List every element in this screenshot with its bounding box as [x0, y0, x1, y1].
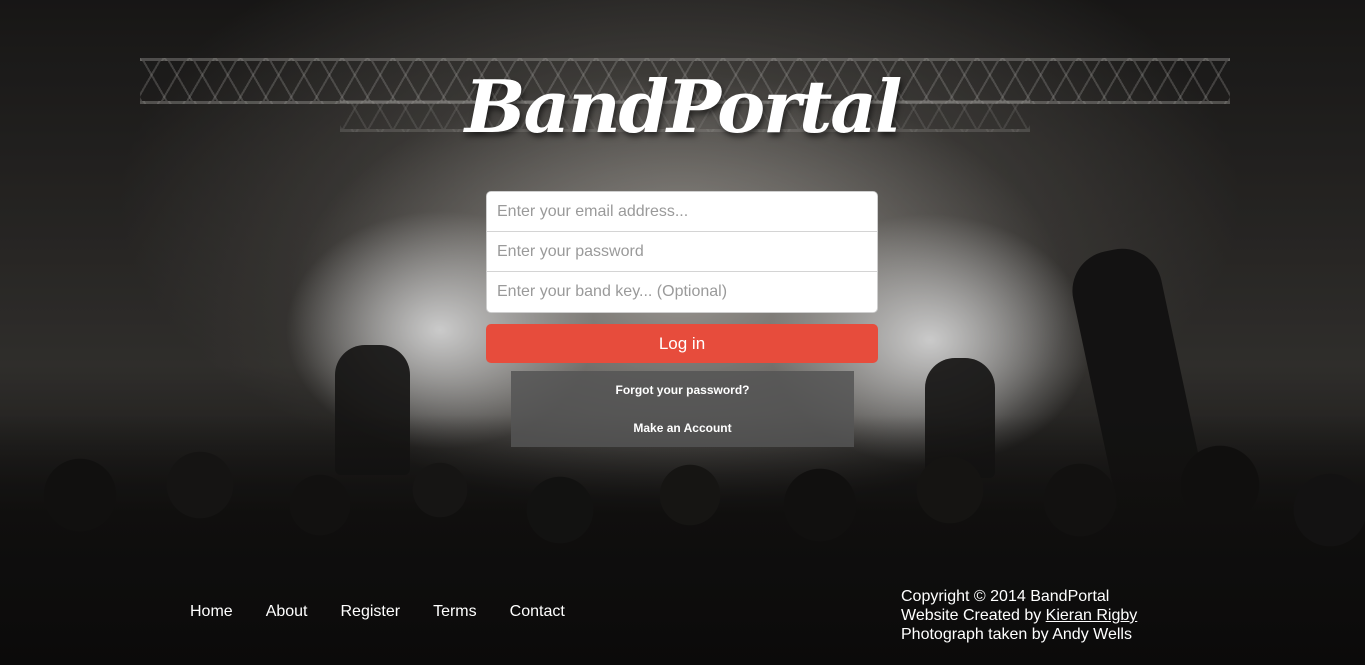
- band-key-input[interactable]: [487, 272, 877, 312]
- login-button[interactable]: Log in: [486, 324, 878, 363]
- login-page: BandPortal Log in Forgot your password? …: [0, 0, 1365, 665]
- login-fields: [486, 191, 878, 313]
- footer-link-register[interactable]: Register: [341, 602, 401, 622]
- created-by-line: Website Created by Kieran Rigby: [901, 606, 1137, 625]
- login-form: Log in: [486, 191, 878, 363]
- author-link[interactable]: Kieran Rigby: [1046, 607, 1138, 624]
- footer-link-home[interactable]: Home: [190, 602, 233, 622]
- forgot-password-link[interactable]: Forgot your password?: [511, 371, 854, 409]
- created-by-prefix: Website Created by: [901, 607, 1046, 624]
- photo-credit-text: Photograph taken by Andy Wells: [901, 626, 1132, 643]
- footer-link-about[interactable]: About: [266, 602, 308, 622]
- footer-credits: Copyright © 2014 BandPortal Website Crea…: [901, 587, 1137, 644]
- email-input[interactable]: [487, 192, 877, 232]
- footer-nav: Home About Register Terms Contact: [190, 602, 565, 622]
- footer-link-terms[interactable]: Terms: [433, 602, 477, 622]
- make-account-link[interactable]: Make an Account: [511, 409, 854, 447]
- footer-link-contact[interactable]: Contact: [510, 602, 565, 622]
- account-links-panel: Forgot your password? Make an Account: [511, 371, 854, 447]
- copyright-text: Copyright © 2014 BandPortal: [901, 588, 1110, 605]
- site-logo[interactable]: BandPortal: [0, 62, 1365, 152]
- password-input[interactable]: [487, 232, 877, 272]
